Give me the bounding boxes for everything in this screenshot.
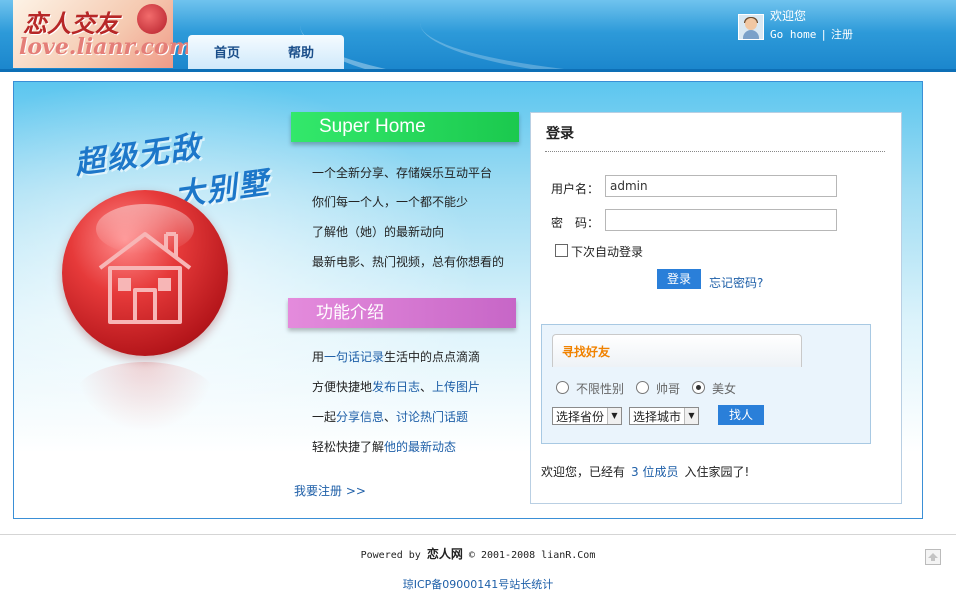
login-divider (545, 151, 885, 152)
remember-checkbox[interactable] (555, 244, 568, 257)
gender-any-label: 不限性别 (576, 382, 625, 396)
avatar-icon[interactable] (738, 14, 764, 40)
header-register-link[interactable]: 注册 (831, 28, 853, 41)
dropdown-caret-icon: ▼ (607, 408, 621, 424)
main-panel: 超级无敌 大别墅 Super Home 一个全新分享、存储娱乐互动平台 你们每一… (13, 81, 923, 519)
function-line: 用一句话记录生活中的点点滴滴 (312, 350, 481, 364)
password-input[interactable] (605, 209, 837, 231)
gender-any-radio[interactable] (556, 381, 569, 394)
remember-label: 下次自动登录 (571, 245, 644, 259)
function-line: 轻松快捷了解他的最新动态 (312, 440, 457, 454)
city-select[interactable]: 选择城市 ▼ (629, 407, 699, 425)
function-link[interactable]: 一句话记录 (324, 350, 384, 364)
link-separator: | (820, 28, 827, 41)
user-links: Go home | 注册 (770, 26, 853, 42)
function-link[interactable]: 讨论热门话题 (396, 410, 468, 424)
icp-link[interactable]: 琼ICP备09000141号站长统计 (403, 578, 554, 591)
dropdown-caret-icon: ▼ (684, 408, 698, 424)
orb-reflection (74, 362, 216, 432)
find-people-button[interactable]: 找人 (718, 405, 764, 425)
member-count[interactable]: 3 位成员 (631, 465, 678, 479)
function-line: 方便快捷地发布日志、上传图片 (312, 380, 481, 394)
logo-domain: love.lianr.com (19, 34, 193, 60)
site-logo[interactable]: 恋人交友 love.lianr.com (13, 0, 192, 68)
login-card: 登录 用户名： 密 码： 下次自动登录 登录 忘记密码? 寻找好友 不限性别 帅… (530, 112, 902, 504)
powered-brand: 恋人网 (426, 547, 463, 561)
back-to-top-icon[interactable] (925, 549, 941, 565)
register-link[interactable]: 我要注册 >> (294, 482, 366, 499)
footer-divider (0, 534, 956, 535)
nav-help[interactable]: 帮助 (288, 42, 314, 61)
welcome-text: 欢迎您 (770, 9, 807, 23)
rose-icon (137, 4, 167, 34)
super-home-banner: Super Home (291, 112, 519, 142)
function-link[interactable]: 分享信息 (336, 410, 384, 424)
function-link[interactable]: 发布日志 (372, 380, 420, 394)
function-link[interactable]: 他的最新动态 (384, 440, 456, 454)
house-icon (98, 232, 192, 324)
username-label: 用户名： (551, 182, 600, 196)
function-line: 一起分享信息、讨论热门话题 (312, 410, 469, 424)
feature-line: 了解他（她）的最新动向 (312, 225, 445, 239)
password-label: 密 码： (551, 216, 600, 230)
gender-female-label: 美女 (712, 382, 737, 396)
feature-line: 一个全新分享、存储娱乐互动平台 (312, 166, 493, 180)
find-friend-tab[interactable]: 寻找好友 (552, 334, 802, 367)
nav-home[interactable]: 首页 (214, 42, 240, 61)
feature-line: 最新电影、热门视频，总有你想看的 (312, 255, 505, 269)
gender-male-radio[interactable] (636, 381, 649, 394)
function-link[interactable]: 上传图片 (432, 380, 480, 394)
feature-line: 你们每一个人，一个都不能少 (312, 195, 469, 209)
header-bottom-line (0, 69, 956, 72)
gender-female-radio[interactable] (692, 381, 705, 394)
top-header: 恋人交友 love.lianr.com 首页 帮助 欢迎您 Go home | 注册 (0, 0, 956, 72)
powered-by: Powered by 恋人网 © 2001-2008 lianR.Com (360, 547, 596, 561)
find-friend-tab-label: 寻找好友 (562, 345, 611, 359)
login-title: 登录 (546, 126, 574, 142)
header-swoosh-decoration-2 (420, 0, 956, 72)
province-select[interactable]: 选择省份 ▼ (552, 407, 622, 425)
member-count-text: 欢迎您，已经有 3 位成员 入住家园了! (541, 465, 750, 479)
login-button[interactable]: 登录 (657, 269, 701, 289)
function-intro-banner: 功能介绍 (288, 298, 516, 328)
gender-male-label: 帅哥 (656, 382, 681, 396)
main-nav: 首页 帮助 (188, 35, 344, 69)
house-orb (62, 190, 228, 356)
forgot-password-link[interactable]: 忘记密码? (709, 274, 763, 291)
find-friend-panel: 寻找好友 不限性别 帅哥 美女 选择省份 ▼ 选择城市 ▼ 找人 (541, 324, 871, 444)
username-input[interactable] (605, 175, 837, 197)
icp-line: 琼ICP备09000141号站长统计 (0, 576, 956, 592)
go-home-link[interactable]: Go home (770, 28, 816, 41)
